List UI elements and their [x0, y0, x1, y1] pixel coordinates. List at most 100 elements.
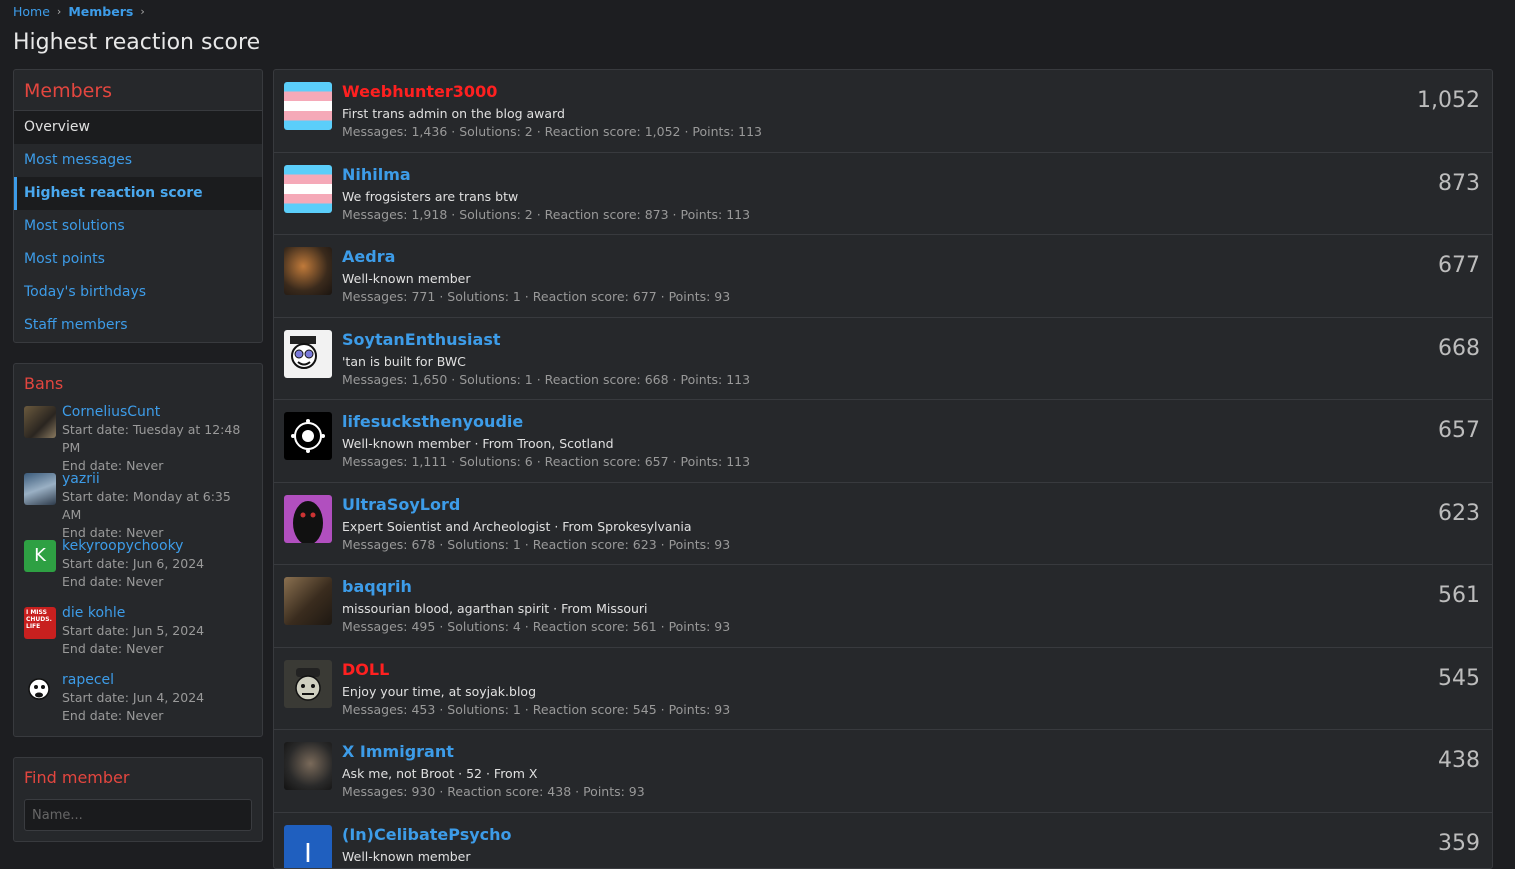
member-title: Well-known member: [342, 848, 471, 864]
members-nav-block: Members Overview Most messages Highest r…: [13, 69, 263, 343]
nav-most-solutions[interactable]: Most solutions: [14, 210, 262, 243]
breadcrumb-home[interactable]: Home: [13, 4, 50, 19]
nav-todays-birthdays[interactable]: Today's birthdays: [14, 276, 262, 309]
member-row: X Immigrant Ask me, not Broot · 52 · Fro…: [274, 730, 1492, 813]
circle-logo-icon: [291, 419, 325, 453]
ban-item: I MISS CHUDS. LIFE die kohle Start date:…: [14, 598, 262, 665]
avatar[interactable]: [284, 247, 332, 295]
member-username[interactable]: baqqrih: [342, 577, 412, 596]
member-row: lifesucksthenyoudie Well-known member · …: [274, 400, 1492, 483]
silhouette-icon: [293, 500, 323, 543]
member-stats: Messages: 1,650 · Solutions: 1 · Reactio…: [342, 371, 751, 387]
avatar[interactable]: [284, 412, 332, 460]
member-stats: Messages: 1,111 · Solutions: 6 · Reactio…: [342, 454, 751, 469]
member-stats: Messages: 1,436 · Solutions: 2 · Reactio…: [342, 124, 763, 139]
nav-most-messages[interactable]: Most messages: [14, 144, 262, 177]
avatar[interactable]: [284, 659, 332, 708]
breadcrumb-members[interactable]: Members: [68, 4, 133, 19]
member-username[interactable]: Aedra: [342, 247, 395, 266]
breadcrumb-separator: ›: [56, 5, 62, 18]
member-list: Weebhunter3000 First trans admin on the …: [273, 69, 1493, 869]
member-username[interactable]: Weebhunter3000: [342, 82, 497, 101]
ban-username[interactable]: die kohle: [62, 604, 204, 622]
reaction-score: 561: [1438, 583, 1480, 608]
reaction-score: 545: [1438, 665, 1480, 691]
avatar[interactable]: [284, 494, 332, 543]
member-title: missourian blood, agarthan spirit · From…: [342, 601, 648, 616]
member-stats: Messages: 1,918 · Solutions: 2 · Reactio…: [342, 206, 751, 222]
members-nav-title: Members: [14, 70, 262, 111]
ban-start-date: Start date: Jun 6, 2024: [62, 556, 205, 571]
nav-staff-members[interactable]: Staff members: [14, 309, 262, 342]
reaction-score: 623: [1438, 500, 1480, 526]
ban-item: yazrii Start date: Monday at 6:35 AM End…: [14, 464, 262, 540]
member-row: Nihilma We frogsisters are trans btw Mes…: [274, 153, 1492, 235]
ban-username[interactable]: rapecel: [62, 671, 204, 689]
reaction-score: 873: [1438, 170, 1480, 196]
reaction-score: 677: [1438, 253, 1480, 278]
member-title: Ask me, not Broot · 52 · From X: [342, 766, 538, 781]
member-row: Weebhunter3000 First trans admin on the …: [274, 70, 1492, 153]
member-row: Aedra Well-known member Messages: 771 · …: [274, 235, 1492, 318]
nav-most-points[interactable]: Most points: [14, 243, 262, 276]
ban-username[interactable]: yazrii: [62, 470, 252, 488]
reaction-score: 438: [1438, 748, 1480, 773]
member-username[interactable]: DOLL: [342, 660, 389, 679]
member-username[interactable]: (In)CelibatePsycho: [342, 825, 512, 844]
avatar[interactable]: [284, 82, 332, 130]
ban-start-date: Start date: Tuesday at 12:48 PM: [62, 422, 241, 455]
soyjak-icon: [28, 678, 50, 700]
avatar[interactable]: [284, 577, 332, 625]
breadcrumb: Home › Members ›: [13, 4, 152, 19]
ban-end-date: End date: Never: [62, 641, 164, 656]
avatar[interactable]: [24, 406, 56, 438]
reaction-score: 359: [1438, 830, 1480, 856]
member-title: 'tan is built for BWC: [342, 353, 466, 369]
member-title: Well-known member: [342, 271, 471, 286]
ban-username[interactable]: kekyroopychooky: [62, 537, 204, 555]
reaction-score: 657: [1438, 418, 1480, 443]
member-title: We frogsisters are trans btw: [342, 188, 519, 204]
page-title: Highest reaction score: [13, 30, 261, 55]
member-username[interactable]: SoytanEnthusiast: [342, 330, 501, 349]
member-row: I (In)CelibatePsycho Well-known member 3…: [274, 813, 1492, 868]
ban-username[interactable]: CorneliusCunt: [62, 403, 252, 421]
member-username[interactable]: UltraSoyLord: [342, 495, 460, 514]
reaction-score: 668: [1438, 335, 1480, 361]
member-title: Expert Soientist and Archeologist · From…: [342, 518, 692, 534]
member-username[interactable]: Nihilma: [342, 165, 411, 184]
ban-start-date: Start date: Monday at 6:35 AM: [62, 489, 231, 522]
member-stats: Messages: 495 · Solutions: 4 · Reaction …: [342, 619, 731, 634]
member-stats: Messages: 930 · Reaction score: 438 · Po…: [342, 784, 645, 799]
find-member-block: Find member Name...: [13, 757, 263, 842]
member-stats: Messages: 453 · Solutions: 1 · Reaction …: [342, 701, 731, 717]
find-member-title: Find member: [24, 768, 130, 787]
member-username[interactable]: X Immigrant: [342, 742, 454, 761]
member-row: UltraSoyLord Expert Soientist and Archeo…: [274, 483, 1492, 565]
nav-highest-reaction-score[interactable]: Highest reaction score: [14, 177, 262, 210]
avatar[interactable]: [284, 164, 332, 213]
avatar[interactable]: [24, 674, 56, 706]
member-stats: Messages: 771 · Solutions: 1 · Reaction …: [342, 289, 731, 304]
avatar[interactable]: I MISS CHUDS. LIFE: [24, 607, 56, 639]
member-row: DOLL Enjoy your time, at soyjak.blog Mes…: [274, 648, 1492, 730]
bans-title: Bans: [24, 374, 64, 393]
ban-item: CorneliusCunt Start date: Tuesday at 12:…: [14, 397, 262, 473]
avatar[interactable]: [284, 742, 332, 790]
breadcrumb-separator: ›: [140, 5, 145, 18]
member-stats: Messages: 678 · Solutions: 1 · Reaction …: [342, 536, 731, 552]
ban-start-date: Start date: Jun 4, 2024: [62, 690, 205, 705]
avatar[interactable]: [24, 473, 56, 505]
member-title: First trans admin on the blog award: [342, 106, 565, 121]
ban-item: rapecel Start date: Jun 4, 2024 End date…: [14, 665, 262, 732]
reaction-score: 1,052: [1417, 88, 1480, 113]
nav-overview[interactable]: Overview: [14, 111, 262, 144]
avatar[interactable]: K: [24, 540, 56, 572]
sidebar: Members Overview Most messages Highest r…: [13, 69, 263, 862]
find-member-input[interactable]: Name...: [24, 799, 252, 831]
ban-end-date: End date: Never: [62, 574, 164, 589]
member-username[interactable]: lifesucksthenyoudie: [342, 412, 523, 431]
avatar[interactable]: [284, 329, 332, 378]
avatar[interactable]: I: [284, 824, 332, 868]
soyjak-icon: [290, 335, 317, 369]
